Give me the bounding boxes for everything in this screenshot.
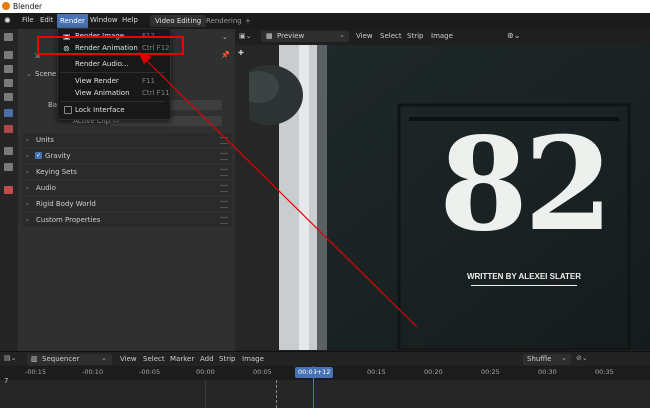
annotation-arrow [138, 52, 418, 328]
